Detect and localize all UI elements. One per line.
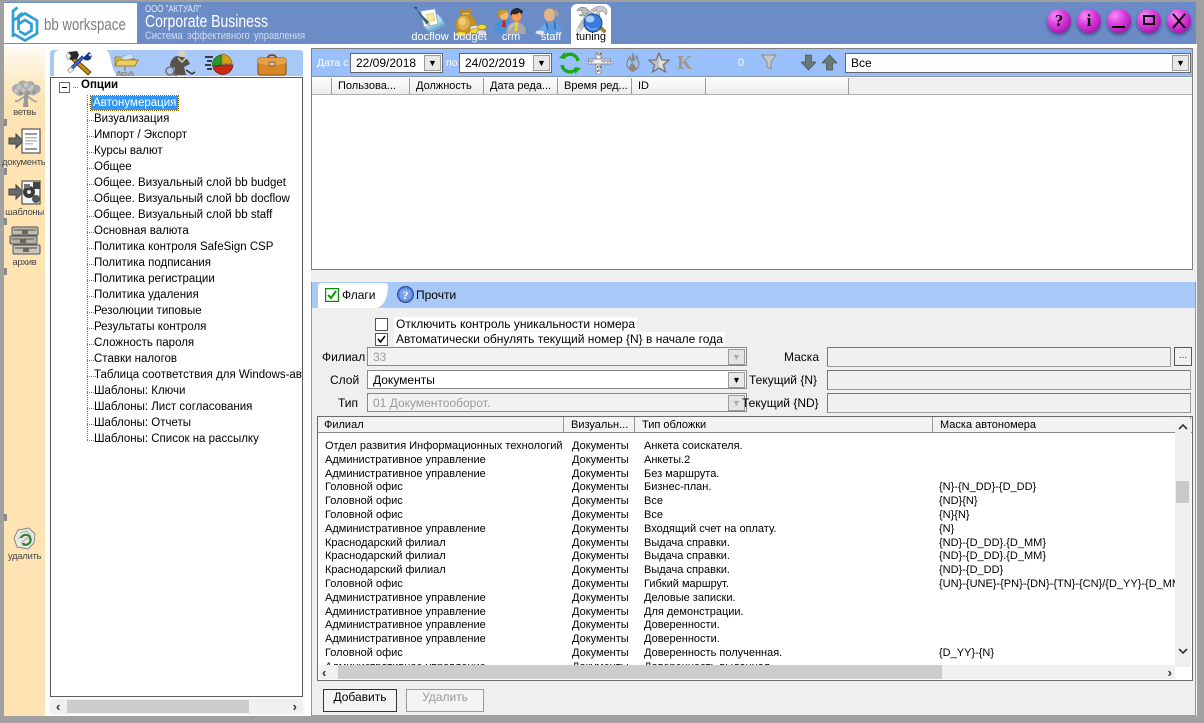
- svg-text:?: ?: [403, 288, 409, 302]
